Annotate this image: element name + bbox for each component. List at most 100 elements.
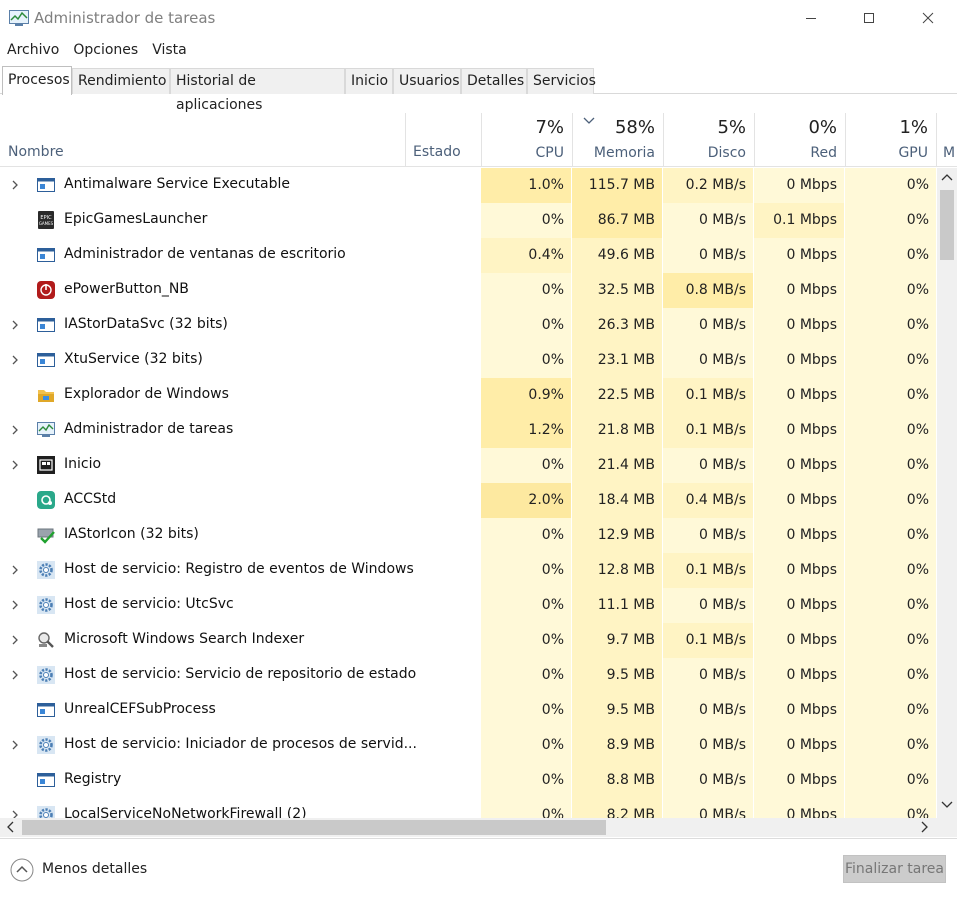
memory-value: 49.6 MB (572, 238, 662, 273)
minimize-icon (806, 18, 816, 19)
tab-rendimiento[interactable]: Rendimiento (72, 68, 170, 94)
table-row[interactable]: Antimalware Service Executable 1.0% 115.7 … (0, 168, 937, 203)
tab-procesos[interactable]: Procesos (2, 66, 72, 95)
network-value: 0 Mbps (754, 378, 844, 413)
disk-value: 0.1 MB/s (663, 378, 753, 413)
menu-vista[interactable]: Vista (145, 39, 194, 61)
table-row[interactable]: Host de servicio: Registro de eventos de… (0, 553, 937, 588)
gpu-value: 0% (845, 658, 936, 693)
cpu-value: 0% (481, 203, 571, 238)
table-row[interactable]: Host de servicio: UtcSvc 0% 11.1 MB 0 MB/s 0… (0, 588, 937, 623)
disk-value: 0.1 MB/s (663, 553, 753, 588)
disk-value: 0 MB/s (663, 238, 753, 273)
chevron-right-icon[interactable] (10, 179, 20, 191)
network-value: 0 Mbps (754, 308, 844, 343)
process-name: Microsoft Windows Search Indexer (64, 631, 305, 647)
cpu-value: 0% (481, 518, 571, 553)
column-disco[interactable]: 5% Disco (663, 113, 754, 167)
chevron-right-icon[interactable] (10, 739, 20, 751)
gear-icon (37, 736, 55, 754)
table-row[interactable]: Microsoft Windows Search Indexer 0% 9.7 MB… (0, 623, 937, 658)
svg-text:GAMES: GAMES (39, 221, 54, 226)
table-row[interactable]: UnrealCEFSubProcess 0% 9.5 MB 0 MB/s 0 Mbps 0… (0, 693, 937, 728)
scroll-down-icon[interactable] (941, 800, 953, 810)
column-next-label: M (943, 145, 956, 161)
title-bar[interactable]: Administrador de tareas (0, 0, 957, 38)
process-name: Administrador de ventanas de escritorio (64, 246, 346, 262)
table-row[interactable]: IAStorDataSvc (32 bits) 0% 26.3 MB 0 MB/s 0 … (0, 308, 937, 343)
chevron-right-icon[interactable] (10, 669, 20, 681)
chevron-right-icon[interactable] (10, 424, 20, 436)
window-icon (37, 316, 55, 334)
network-value: 0 Mbps (754, 238, 844, 273)
network-value: 0 Mbps (754, 448, 844, 483)
horizontal-scroll-thumb[interactable] (22, 820, 606, 835)
table-row[interactable]: Host de servicio: Iniciador de procesos … (0, 728, 937, 763)
table-row[interactable]: IAStorIcon (32 bits) 0% 12.9 MB 0 MB/s 0 Mbp… (0, 518, 937, 553)
table-row[interactable]: XtuService (32 bits) 0% 23.1 MB 0 MB/s 0 Mbp… (0, 343, 937, 378)
disk-value: 0 MB/s (663, 588, 753, 623)
network-value: 0.1 Mbps (754, 203, 844, 238)
chevron-right-icon[interactable] (10, 564, 20, 576)
scroll-up-icon[interactable] (941, 172, 953, 182)
network-value: 0 Mbps (754, 168, 844, 203)
memory-value: 9.7 MB (572, 623, 662, 658)
column-cpu[interactable]: 7% CPU (481, 113, 572, 167)
table-row[interactable]: Administrador de ventanas de escritorio 0… (0, 238, 937, 273)
cpu-value: 0% (481, 728, 571, 763)
network-value: 0 Mbps (754, 798, 844, 818)
tab-inicio[interactable]: Inicio (345, 68, 393, 94)
table-row[interactable]: Administrador de tareas 1.2% 21.8 MB 0.1 MB… (0, 413, 937, 448)
process-name: Host de servicio: Servicio de repositori… (64, 666, 417, 682)
table-row[interactable]: LocalServiceNoNetworkFirewall (2) 0% 8.2 M… (0, 798, 937, 818)
chevron-right-icon[interactable] (10, 459, 20, 471)
table-row[interactable]: Explorador de Windows 0.9% 22.5 MB 0.1 MB/s… (0, 378, 937, 413)
process-name: Inicio (64, 456, 102, 472)
column-gpu[interactable]: 1% GPU (845, 113, 936, 167)
chevron-right-icon[interactable] (10, 634, 20, 646)
column-nombre[interactable]: Nombre (8, 144, 64, 160)
tab-servicios[interactable]: Servicios (527, 68, 596, 94)
minimize-button[interactable] (782, 0, 840, 36)
close-button[interactable] (899, 0, 957, 36)
cpu-value: 2.0% (481, 483, 571, 518)
chevron-up-circle-icon (10, 858, 34, 882)
tab-detalles[interactable]: Detalles (461, 68, 527, 94)
column-red[interactable]: 0% Red (754, 113, 845, 167)
disk-value: 0.8 MB/s (663, 273, 753, 308)
scroll-right-icon[interactable] (920, 821, 930, 833)
task-manager-window: Administrador de tareas Archivo Opciones… (0, 0, 957, 898)
network-value: 0 Mbps (754, 588, 844, 623)
table-row[interactable]: EPIC GAMES EpicGamesLauncher 0% 86.7 MB 0 MB/… (0, 203, 937, 238)
tab-usuarios[interactable]: Usuarios (393, 68, 461, 94)
column-next[interactable]: M (936, 113, 957, 167)
scroll-left-icon[interactable] (5, 821, 15, 833)
sort-descending-icon (583, 117, 595, 124)
table-row[interactable]: ACCStd 2.0% 18.4 MB 0.4 MB/s 0 Mbps 0% (0, 483, 937, 518)
column-estado[interactable]: Estado (413, 144, 461, 160)
vertical-scrollbar[interactable] (937, 168, 957, 818)
tab-historial[interactable]: Historial de aplicaciones (170, 68, 345, 113)
gpu-value: 0% (845, 693, 936, 728)
chevron-right-icon[interactable] (10, 599, 20, 611)
menu-archivo[interactable]: Archivo (0, 39, 66, 61)
table-row[interactable]: ePowerButton_NB 0% 32.5 MB 0.8 MB/s 0 Mbps 0% (0, 273, 937, 308)
network-value: 0 Mbps (754, 763, 844, 798)
table-row[interactable]: Inicio 0% 21.4 MB 0 MB/s 0 Mbps 0% (0, 448, 937, 483)
vertical-scroll-thumb[interactable] (940, 190, 954, 260)
menu-opciones[interactable]: Opciones (66, 39, 145, 61)
chevron-right-icon[interactable] (10, 319, 20, 331)
end-task-button[interactable]: Finalizar tarea (843, 855, 946, 883)
memory-value: 11.1 MB (572, 588, 662, 623)
maximize-button[interactable] (840, 0, 898, 36)
table-row[interactable]: Registry 0% 8.8 MB 0 MB/s 0 Mbps 0% (0, 763, 937, 798)
network-value: 0 Mbps (754, 273, 844, 308)
gpu-value: 0% (845, 168, 936, 203)
horizontal-scrollbar[interactable] (0, 818, 937, 837)
table-row[interactable]: Host de servicio: Servicio de repositori… (0, 658, 937, 693)
disk-value: 0 MB/s (663, 308, 753, 343)
gpu-value: 0% (845, 588, 936, 623)
chevron-right-icon[interactable] (10, 809, 20, 818)
chevron-right-icon[interactable] (10, 354, 20, 366)
network-value: 0 Mbps (754, 483, 844, 518)
